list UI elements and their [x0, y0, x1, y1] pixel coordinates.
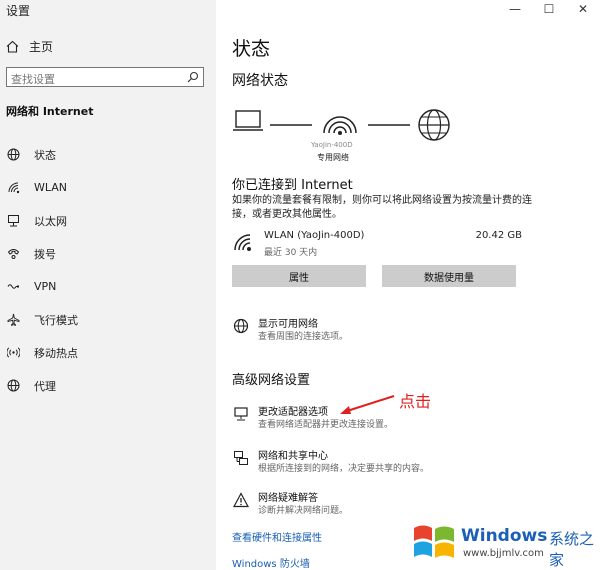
troubleshooter-desc: 诊断并解决网络问题。 [258, 506, 349, 516]
home-link[interactable]: 主页 [6, 38, 53, 55]
watermark-brand: Windows [461, 526, 548, 546]
troubleshooter-title: 网络疑难解答 [258, 493, 318, 504]
proxy-icon [6, 379, 20, 393]
hotspot-icon [6, 346, 20, 360]
sidebar-item-ethernet[interactable]: 以太网 [0, 204, 216, 237]
search-box[interactable] [6, 67, 204, 89]
globe-icon [232, 318, 250, 336]
site-watermark: Windows 系统之家 www.bjjmlv.com [411, 518, 597, 569]
sidebar-item-label: VPN [34, 280, 57, 293]
sidebar-item-label: 以太网 [34, 214, 67, 228]
sidebar-item-label: 状态 [34, 148, 56, 162]
connection-usage: 20.42 GB [475, 230, 522, 241]
wifi-icon [234, 234, 251, 251]
sidebar-item-dialup[interactable]: 拨号 [0, 237, 216, 270]
warning-icon [232, 492, 250, 510]
section-title: 网络和 Internet [6, 105, 94, 118]
adapter-options-option[interactable]: 更改适配器选项 查看网络适配器并更改连接设置。 [232, 406, 393, 432]
page-title: 状态 [232, 38, 271, 60]
network-type-label: 专用网络 [317, 153, 349, 162]
window-controls: — ☐ ✕ [498, 0, 600, 18]
ethernet-icon [6, 214, 20, 228]
adapter-icon [232, 406, 250, 424]
wifi-icon [6, 181, 20, 195]
network-ssid-label: YaoJin-400D [311, 141, 353, 149]
sharing-center-icon [232, 450, 250, 468]
close-button[interactable]: ✕ [566, 0, 600, 18]
minimize-button[interactable]: — [498, 0, 532, 18]
sharing-center-desc: 根据所连接到的网络，决定要共享的内容。 [258, 464, 430, 474]
globe-icon [6, 148, 20, 162]
connection-name: WLAN (YaoJin-400D) [264, 230, 365, 241]
sidebar-item-label: WLAN [34, 181, 68, 194]
hardware-properties-link[interactable]: 查看硬件和连接属性 [232, 529, 322, 544]
wifi-signal-icon [323, 116, 357, 135]
sidebar-item-status[interactable]: 状态 [0, 138, 216, 171]
connection-period: 最近 30 天内 [264, 248, 318, 258]
connected-description: 如果你的流量套餐有限制，则你可以将此网络设置为按流量计费的连接，或者更改其他属性… [232, 195, 532, 220]
laptop-icon [233, 110, 263, 131]
sidebar-nav: 状态 WLAN 以太网 拨号 VPN 飞行模式 移动热点 代理 [0, 138, 216, 402]
internet-globe-icon [418, 109, 450, 141]
airplane-icon [6, 313, 20, 327]
show-networks-desc: 查看周围的连接选项。 [258, 332, 349, 342]
sidebar-item-vpn[interactable]: VPN [0, 270, 216, 303]
sidebar-item-label: 飞行模式 [34, 313, 78, 327]
vpn-icon [6, 280, 20, 294]
network-status-heading: 网络状态 [232, 73, 288, 89]
adapter-options-desc: 查看网络适配器并更改连接设置。 [258, 420, 394, 430]
sidebar-item-hotspot[interactable]: 移动热点 [0, 336, 216, 369]
sidebar: 设置 主页 网络和 Internet 状态 WLAN [0, 0, 216, 570]
window-title: 设置 [6, 4, 31, 18]
watermark-suffix: 系统之家 [549, 530, 595, 569]
sidebar-item-airplane[interactable]: 飞行模式 [0, 303, 216, 336]
search-icon[interactable] [187, 71, 199, 83]
search-input[interactable] [7, 70, 185, 89]
connected-heading: 你已连接到 Internet [232, 178, 353, 193]
home-icon [6, 40, 19, 53]
click-annotation: 点击 [399, 392, 432, 411]
dialup-icon [6, 247, 20, 261]
sidebar-item-wlan[interactable]: WLAN [0, 171, 216, 204]
adapter-options-title: 更改适配器选项 [258, 407, 328, 418]
sidebar-item-label: 移动热点 [34, 346, 78, 360]
sharing-center-option[interactable]: 网络和共享中心 根据所连接到的网络，决定要共享的内容。 [232, 450, 429, 476]
sidebar-item-proxy[interactable]: 代理 [0, 369, 216, 402]
sharing-center-title: 网络和共享中心 [258, 451, 328, 462]
sidebar-item-label: 代理 [34, 379, 56, 393]
windows-firewall-link[interactable]: Windows 防火墙 [232, 555, 310, 570]
home-label: 主页 [29, 40, 54, 54]
troubleshooter-option[interactable]: 网络疑难解答 诊断并解决网络问题。 [232, 492, 348, 518]
advanced-settings-heading: 高级网络设置 [232, 373, 311, 388]
connection-entry: WLAN (YaoJin-400D) 最近 30 天内 20.42 GB [232, 230, 522, 260]
show-networks-option[interactable]: 显示可用网络 查看周围的连接选项。 [232, 318, 348, 344]
properties-button[interactable]: 属性 [232, 265, 366, 287]
show-networks-title: 显示可用网络 [258, 319, 318, 330]
maximize-button[interactable]: ☐ [532, 0, 566, 18]
watermark-url: www.bjjmlv.com [463, 548, 544, 559]
main-content: — ☐ ✕ 状态 网络状态 YaoJin-400D 专用网络 你已连接到 Int… [216, 0, 600, 570]
data-usage-button[interactable]: 数据使用量 [382, 265, 516, 287]
windows-logo-icon [414, 525, 454, 558]
sidebar-item-label: 拨号 [34, 247, 56, 261]
